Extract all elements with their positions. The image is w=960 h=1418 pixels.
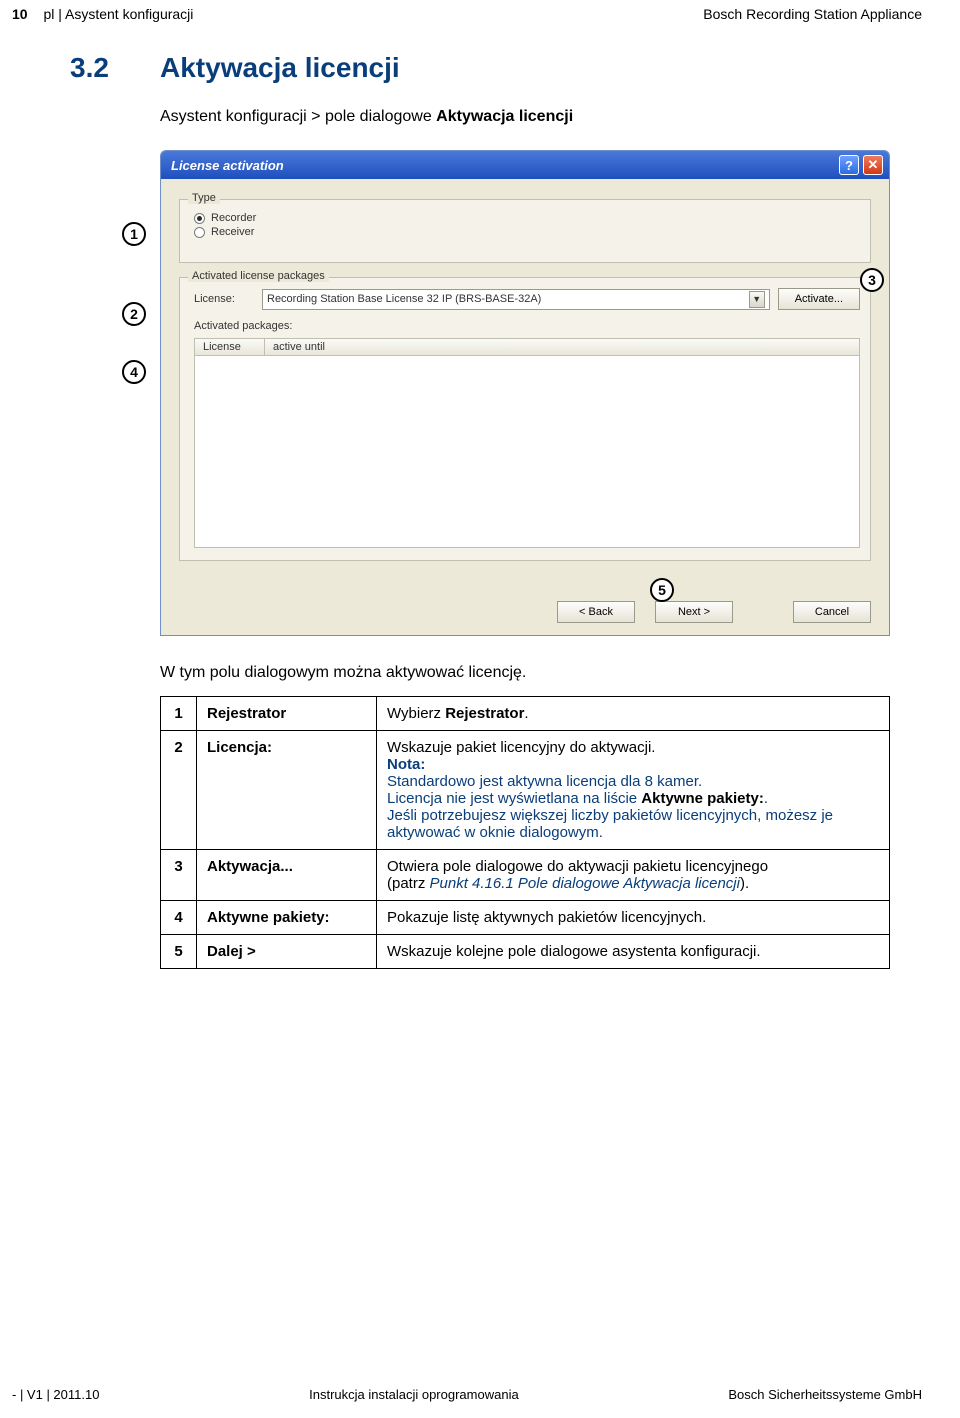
page-number: 10	[12, 6, 28, 22]
desc-text: .	[764, 790, 768, 807]
table-row: 2 Licencja: Wskazuje pakiet licencyjny d…	[161, 731, 890, 850]
row-num: 4	[161, 901, 197, 935]
path-prefix: Asystent konfiguracji > pole dialogowe	[160, 108, 436, 125]
activated-packages-list[interactable]: License active until	[194, 338, 860, 548]
type-legend: Type	[188, 192, 220, 204]
row-num: 3	[161, 850, 197, 901]
row-num: 5	[161, 935, 197, 969]
section-number: 3.2	[70, 52, 160, 84]
row-desc: Otwiera pole dialogowe do aktywacji paki…	[377, 850, 890, 901]
close-button[interactable]: ✕	[863, 155, 883, 175]
desc-text: Standardowo jest aktywna licencja dla 8 …	[387, 773, 879, 790]
desc-text: ).	[740, 875, 749, 892]
path-target: Aktywacja licencji	[436, 108, 573, 125]
narrative-text: W tym polu dialogowym można aktywować li…	[160, 664, 890, 682]
receiver-radio-row[interactable]: Receiver	[194, 226, 860, 238]
footer-center: Instrukcja instalacji oprogramowania	[309, 1387, 519, 1402]
row-label: Aktywacja...	[197, 850, 377, 901]
desc-text: Licencja nie jest wyświetlana na liście	[387, 790, 641, 807]
callout-4: 4	[122, 360, 146, 384]
dialog-footer: < Back Next > Cancel	[161, 589, 889, 635]
description-table: 1 Rejestrator Wybierz Rejestrator. 2 Lic…	[160, 696, 890, 969]
close-icon: ✕	[868, 157, 879, 173]
desc-bold: Rejestrator	[445, 705, 524, 722]
dialog-figure: License activation ? ✕ Type Recorder Rec…	[160, 150, 890, 636]
alp-legend: Activated license packages	[188, 270, 329, 282]
license-row: License: Recording Station Base License …	[194, 288, 860, 310]
footer-left: - | V1 | 2011.10	[12, 1387, 99, 1402]
row-label: Dalej >	[197, 935, 377, 969]
nota-label: Nota:	[387, 756, 879, 773]
license-select[interactable]: Recording Station Base License 32 IP (BR…	[262, 289, 770, 310]
desc-text: Wybierz	[387, 705, 445, 722]
desc-text: (patrz Punkt 4.16.1 Pole dialogowe Aktyw…	[387, 875, 879, 892]
header-section: pl | Asystent konfiguracji	[43, 6, 193, 22]
page-header: 10 pl | Asystent konfiguracji Bosch Reco…	[0, 0, 960, 22]
table-row: 1 Rejestrator Wybierz Rejestrator.	[161, 697, 890, 731]
desc-text: Jeśli potrzebujesz większej liczby pakie…	[387, 807, 879, 841]
section-title: Aktywacja licencji	[160, 52, 400, 83]
page-footer: - | V1 | 2011.10 Instrukcja instalacji o…	[0, 1387, 960, 1402]
callout-3: 3	[860, 268, 884, 292]
desc-text: .	[524, 705, 528, 722]
row-label: Rejestrator	[197, 697, 377, 731]
document-page: 10 pl | Asystent konfiguracji Bosch Reco…	[0, 0, 960, 1418]
license-activation-dialog: License activation ? ✕ Type Recorder Rec…	[160, 150, 890, 636]
license-label: License:	[194, 293, 254, 305]
callout-1: 1	[122, 222, 146, 246]
dialog-title: License activation	[167, 158, 835, 173]
license-value: Recording Station Base License 32 IP (BR…	[267, 293, 541, 305]
package-list-header: License active until	[195, 339, 859, 356]
desc-bold: Aktywne pakiety:	[641, 790, 764, 807]
row-desc: Wybierz Rejestrator.	[377, 697, 890, 731]
table-row: 5 Dalej > Wskazuje kolejne pole dialogow…	[161, 935, 890, 969]
desc-text: Licencja nie jest wyświetlana na liście …	[387, 790, 879, 807]
desc-text: Wskazuje pakiet licencyjny do aktywacji.	[387, 739, 879, 756]
cancel-button[interactable]: Cancel	[793, 601, 871, 623]
row-desc: Wskazuje kolejne pole dialogowe asystent…	[377, 935, 890, 969]
header-right: Bosch Recording Station Appliance	[703, 6, 922, 22]
col-active-until: active until	[265, 339, 859, 355]
callout-2: 2	[122, 302, 146, 326]
desc-text: (patrz	[387, 875, 430, 892]
table-row: 4 Aktywne pakiety: Pokazuje listę aktywn…	[161, 901, 890, 935]
col-license: License	[195, 339, 265, 355]
callout-5: 5	[650, 578, 674, 602]
radio-icon	[194, 227, 205, 238]
table-row: 3 Aktywacja... Otwiera pole dialogowe do…	[161, 850, 890, 901]
cross-reference-link[interactable]: Punkt 4.16.1 Pole dialogowe Aktywacja li…	[430, 875, 740, 892]
radio-icon	[194, 213, 205, 224]
row-desc: Pokazuje listę aktywnych pakietów licenc…	[377, 901, 890, 935]
chevron-down-icon: ▼	[749, 291, 765, 308]
desc-text: Otwiera pole dialogowe do aktywacji paki…	[387, 858, 879, 875]
recorder-label: Recorder	[211, 212, 256, 224]
help-button[interactable]: ?	[839, 155, 859, 175]
type-fieldset: Type Recorder Receiver	[179, 199, 871, 263]
next-button[interactable]: Next >	[655, 601, 733, 623]
dialog-titlebar: License activation ? ✕	[161, 151, 889, 179]
activate-button[interactable]: Activate...	[778, 288, 860, 310]
activated-packages-fieldset: Activated license packages License: Reco…	[179, 277, 871, 561]
content-area: 3.2Aktywacja licencji Asystent konfigura…	[0, 22, 960, 969]
breadcrumb-path: Asystent konfiguracji > pole dialogowe A…	[160, 108, 890, 126]
header-left: 10 pl | Asystent konfiguracji	[12, 6, 193, 22]
row-num: 1	[161, 697, 197, 731]
activated-packages-label: Activated packages:	[194, 320, 860, 332]
footer-right: Bosch Sicherheitssysteme GmbH	[728, 1387, 922, 1402]
back-button[interactable]: < Back	[557, 601, 635, 623]
help-icon: ?	[845, 158, 853, 173]
row-num: 2	[161, 731, 197, 850]
dialog-body: Type Recorder Receiver Activated license…	[161, 179, 889, 589]
recorder-radio-row[interactable]: Recorder	[194, 212, 860, 224]
row-desc: Wskazuje pakiet licencyjny do aktywacji.…	[377, 731, 890, 850]
section-heading: 3.2Aktywacja licencji	[70, 52, 890, 84]
row-label: Aktywne pakiety:	[197, 901, 377, 935]
receiver-label: Receiver	[211, 226, 254, 238]
row-label: Licencja:	[197, 731, 377, 850]
